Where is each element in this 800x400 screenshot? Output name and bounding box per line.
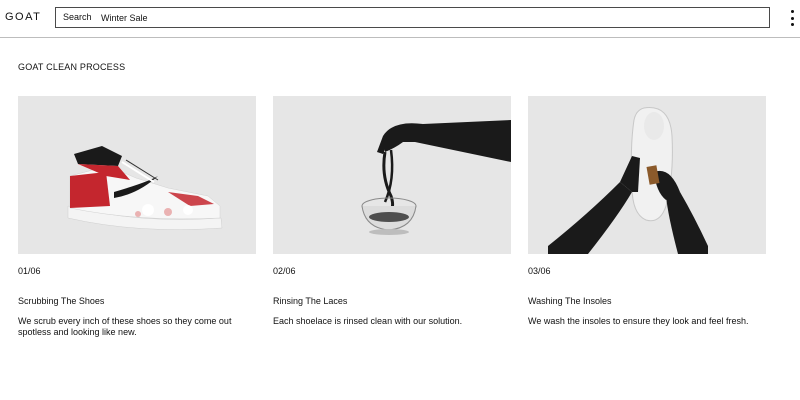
- scrubbing-shoe-image: [18, 96, 256, 254]
- search-box[interactable]: Search: [55, 7, 770, 28]
- step-title: Washing The Insoles: [528, 296, 612, 306]
- process-card-2: 02/06 Rinsing The Laces Each shoelace is…: [273, 96, 511, 327]
- step-description: We scrub every inch of these shoes so th…: [18, 316, 232, 337]
- step-number: 03/06: [528, 266, 551, 276]
- step-title: Scrubbing The Shoes: [18, 296, 105, 306]
- process-card-3: 03/06 Washing The Insoles We wash the in…: [528, 96, 766, 327]
- step-description: Each shoelace is rinsed clean with our s…: [273, 316, 463, 326]
- search-label: Search: [63, 12, 92, 22]
- step-title: Rinsing The Laces: [273, 296, 348, 306]
- process-card-1: 01/06 Scrubbing The Shoes We scrub every…: [18, 96, 256, 338]
- step-number: 02/06: [273, 266, 296, 276]
- more-vertical-icon[interactable]: [789, 10, 795, 26]
- search-input[interactable]: [101, 10, 761, 25]
- step-description: We wash the insoles to ensure they look …: [528, 316, 749, 326]
- goat-logo[interactable]: GOAT: [5, 11, 41, 23]
- step-number: 01/06: [18, 266, 41, 276]
- section-title: GOAT CLEAN PROCESS: [18, 62, 126, 72]
- top-bar: GOAT Search: [0, 0, 800, 38]
- washing-insoles-image: [528, 96, 766, 254]
- rinsing-laces-image: [273, 96, 511, 254]
